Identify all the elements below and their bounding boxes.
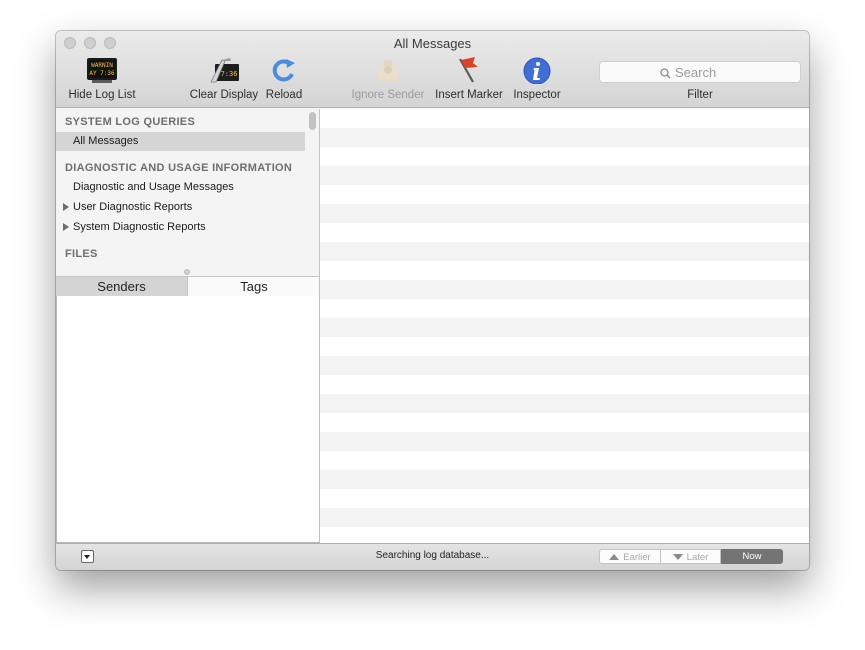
later-button[interactable]: Later bbox=[661, 549, 721, 564]
broom-icon: 7:36 bbox=[208, 56, 240, 86]
flag-icon bbox=[453, 56, 485, 86]
message-row[interactable] bbox=[320, 185, 809, 204]
status-bar: Searching log database... Earlier Later … bbox=[56, 543, 809, 570]
insert-marker-label: Insert Marker bbox=[435, 89, 503, 101]
sidebar-item-diagnostic-usage-messages[interactable]: Diagnostic and Usage Messages bbox=[56, 178, 305, 197]
message-row[interactable] bbox=[320, 375, 809, 394]
toolbar: All Messages WARNIN AY 7:36 Hide Log Lis… bbox=[56, 31, 809, 108]
message-row[interactable] bbox=[320, 109, 809, 128]
inspector-button[interactable]: Inspector bbox=[506, 56, 568, 106]
search-field[interactable]: Search bbox=[599, 61, 801, 83]
window-title: All Messages bbox=[393, 36, 472, 51]
earlier-button[interactable]: Earlier bbox=[599, 549, 661, 564]
disclosure-triangle-icon[interactable] bbox=[63, 223, 69, 231]
clear-display-button[interactable]: 7:36 Clear Display bbox=[186, 56, 262, 106]
filter-label: Filter bbox=[687, 89, 713, 101]
section-system-log-queries: SYSTEM LOG QUERIES bbox=[65, 116, 196, 128]
arrow-down-icon bbox=[672, 554, 683, 560]
message-row[interactable] bbox=[320, 223, 809, 242]
split-handle-icon[interactable] bbox=[184, 269, 190, 275]
senders-list[interactable] bbox=[56, 296, 320, 543]
message-row[interactable] bbox=[320, 166, 809, 185]
inspector-label: Inspector bbox=[513, 89, 561, 101]
senders-tags-tabbar: Senders Tags bbox=[56, 277, 320, 296]
message-row[interactable] bbox=[320, 318, 809, 337]
reload-button[interactable]: Reload bbox=[262, 56, 306, 106]
message-row[interactable] bbox=[320, 394, 809, 413]
ignore-sender-label: Ignore Sender bbox=[351, 89, 425, 101]
hide-log-list-label: Hide Log List bbox=[68, 89, 136, 101]
tab-tags[interactable]: Tags bbox=[187, 277, 320, 296]
arrow-up-icon bbox=[609, 554, 620, 560]
message-row[interactable] bbox=[320, 280, 809, 299]
system-diagnostic-reports-label: System Diagnostic Reports bbox=[73, 221, 206, 233]
hide-log-list-button[interactable]: WARNIN AY 7:36 Hide Log List bbox=[64, 56, 140, 106]
ignore-sender-button[interactable]: Ignore Sender bbox=[348, 56, 428, 106]
sidebar-item-all-messages[interactable]: All Messages bbox=[56, 132, 305, 151]
console-window: All Messages WARNIN AY 7:36 Hide Log Lis… bbox=[56, 31, 809, 570]
message-row[interactable] bbox=[320, 489, 809, 508]
log-display-icon: WARNIN AY 7:36 bbox=[86, 56, 118, 86]
message-row[interactable] bbox=[320, 508, 809, 527]
clear-display-label: Clear Display bbox=[189, 89, 259, 101]
log-icon-text-bottom: AY 7:36 bbox=[89, 70, 115, 77]
message-row[interactable] bbox=[320, 299, 809, 318]
message-row[interactable] bbox=[320, 337, 809, 356]
sidebar-scrollbar[interactable] bbox=[309, 112, 316, 130]
message-row[interactable] bbox=[320, 242, 809, 261]
later-label: Later bbox=[686, 552, 709, 563]
earlier-label: Earlier bbox=[623, 552, 651, 563]
section-files: FILES bbox=[65, 248, 98, 260]
sidebar-item-user-diagnostic-reports[interactable]: User Diagnostic Reports bbox=[56, 198, 305, 217]
message-row[interactable] bbox=[320, 147, 809, 166]
message-row[interactable] bbox=[320, 451, 809, 470]
magnifier-icon bbox=[660, 68, 671, 79]
reload-icon bbox=[268, 56, 300, 86]
insert-marker-button[interactable]: Insert Marker bbox=[432, 56, 506, 106]
message-row[interactable] bbox=[320, 356, 809, 375]
user-diagnostic-reports-label: User Diagnostic Reports bbox=[73, 201, 193, 213]
info-icon bbox=[521, 56, 553, 86]
message-list[interactable] bbox=[320, 109, 809, 543]
reload-label: Reload bbox=[265, 89, 303, 101]
ignore-sender-icon bbox=[372, 56, 404, 86]
search-placeholder: Search bbox=[675, 65, 717, 80]
disclosure-triangle-icon[interactable] bbox=[63, 203, 69, 211]
message-row[interactable] bbox=[320, 204, 809, 223]
message-row[interactable] bbox=[320, 432, 809, 451]
tab-senders[interactable]: Senders bbox=[56, 277, 187, 296]
message-row[interactable] bbox=[320, 261, 809, 280]
section-diagnostic-usage: DIAGNOSTIC AND USAGE INFORMATION bbox=[65, 162, 293, 174]
sidebar-item-system-diagnostic-reports[interactable]: System Diagnostic Reports bbox=[56, 218, 305, 237]
clear-icon-text: 7:36 bbox=[221, 70, 238, 78]
message-row[interactable] bbox=[320, 413, 809, 432]
log-list-sidebar: SYSTEM LOG QUERIES All Messages DIAGNOST… bbox=[56, 109, 320, 272]
message-row[interactable] bbox=[320, 470, 809, 489]
message-row[interactable] bbox=[320, 128, 809, 147]
log-icon-text-top: WARNIN bbox=[91, 62, 113, 69]
now-button[interactable]: Now bbox=[721, 549, 783, 564]
message-row[interactable] bbox=[320, 527, 809, 543]
